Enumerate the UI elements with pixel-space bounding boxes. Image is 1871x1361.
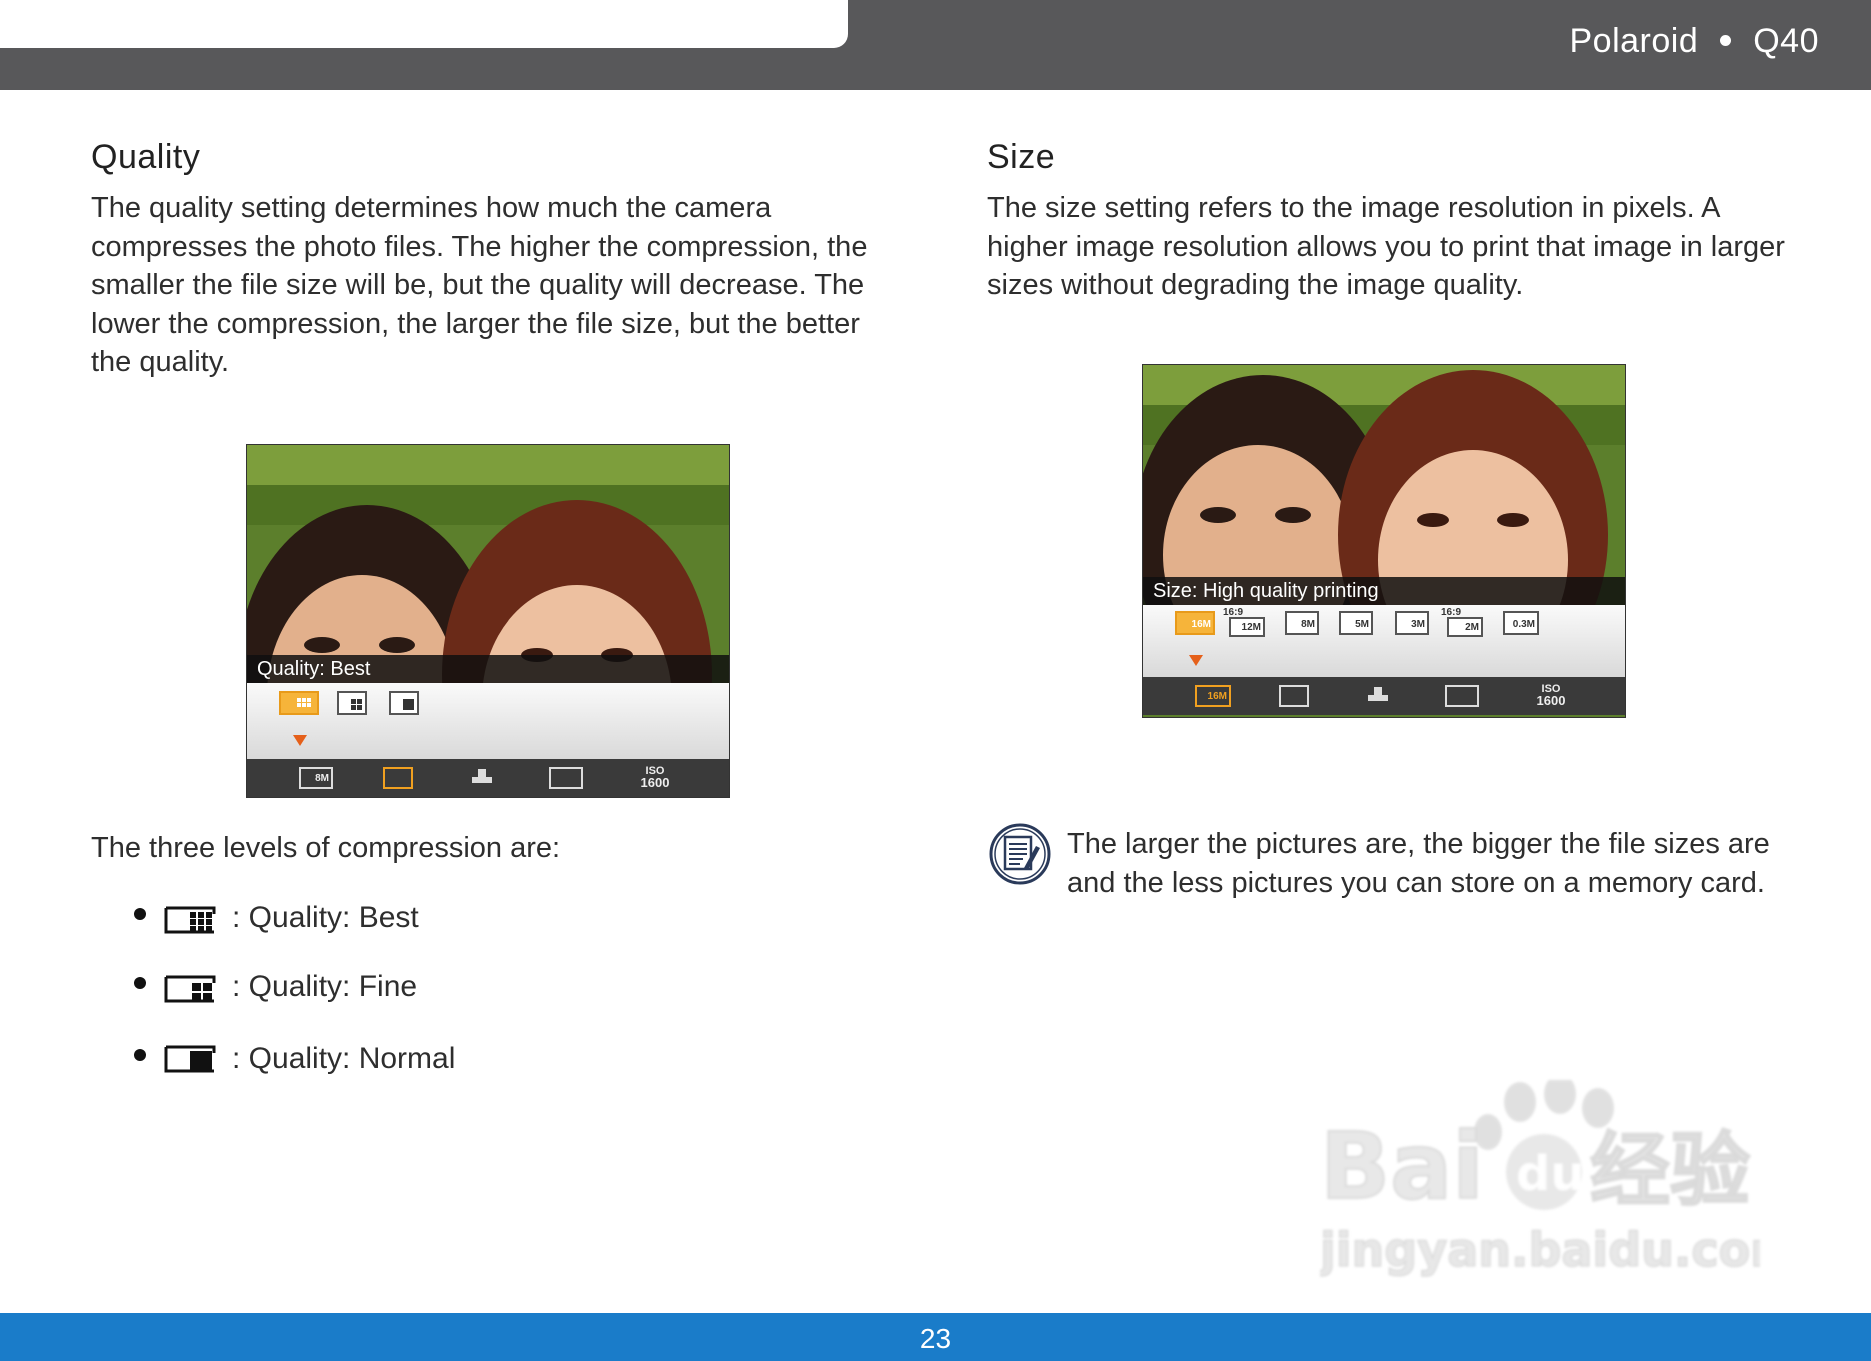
size-8m-option[interactable]: 8M xyxy=(1285,611,1319,635)
size-8m-label: 8M xyxy=(315,773,329,784)
iso-icon: ISO 1600 xyxy=(635,765,675,789)
bullet xyxy=(134,908,146,920)
brand-title: Polaroid Q40 xyxy=(1569,22,1819,61)
selection-arrow xyxy=(293,735,307,746)
size-8m-icon: 8M xyxy=(299,767,333,789)
size-12m-option[interactable]: 12M xyxy=(1229,617,1265,637)
quality-best-icon xyxy=(383,767,413,789)
quality-status-bar: 8M ISO 1600 xyxy=(247,759,729,797)
size-03m-label: 0.3M xyxy=(1512,619,1535,630)
wb-icon xyxy=(1445,685,1479,707)
baidu-watermark-logo: Bai du 经验 jingyan.baidu.com xyxy=(1320,1080,1760,1278)
level-fine: : Quality: Fine xyxy=(134,967,417,1007)
size-12m-label: 12M xyxy=(1241,622,1261,633)
size-3m-label: 3M xyxy=(1411,619,1425,630)
size-16m-option[interactable]: 16M xyxy=(1175,611,1215,635)
size-menu: 16M 16:9 12M 8M 5M 3M 16:9 2M 0.3M xyxy=(1143,605,1625,677)
separator-dot xyxy=(1720,35,1732,47)
model-name: Q40 xyxy=(1753,22,1819,60)
level-fine-label: : Quality: Fine xyxy=(232,970,418,1003)
size-screen-label: Size: High quality printing xyxy=(1143,577,1625,605)
iso-value: 1600 xyxy=(1536,693,1566,708)
svg-text:经验: 经验 xyxy=(1590,1124,1750,1217)
quality-heading: Quality xyxy=(91,138,201,176)
levels-intro: The three levels of compression are: xyxy=(91,832,561,864)
size-03m-option[interactable]: 0.3M xyxy=(1503,611,1539,635)
size-heading: Size xyxy=(987,138,1056,176)
size-camera-screen: Size: High quality printing 16M 16:9 12M… xyxy=(1142,364,1626,718)
size-8m-label: 8M xyxy=(1301,619,1315,630)
quality-best-option[interactable] xyxy=(279,691,319,715)
quality-normal-option[interactable] xyxy=(389,691,419,715)
iso-value: 1600 xyxy=(640,775,670,790)
quality-camera-screen: Quality: Best 8M ISO 1600 xyxy=(246,444,730,798)
bottom-selected-label: 16M xyxy=(1207,691,1227,702)
size-body: The size setting refers to the image res… xyxy=(987,192,1785,301)
header-tab xyxy=(0,0,848,48)
stamp-icon xyxy=(1365,685,1391,707)
size-2m-label: 2M xyxy=(1465,622,1479,633)
size-16m-icon: 16M xyxy=(1195,685,1231,707)
quality-best-icon xyxy=(164,906,216,934)
size-3m-option[interactable]: 3M xyxy=(1395,611,1429,635)
quality-normal-icon xyxy=(164,1045,216,1073)
quality-menu xyxy=(247,683,729,759)
page-number: 23 xyxy=(919,1323,952,1354)
wb-icon xyxy=(549,767,583,789)
svg-text:du: du xyxy=(1516,1146,1585,1202)
size-5m-label: 5M xyxy=(1355,619,1369,630)
quality-fine-icon xyxy=(164,975,216,1003)
size-section: Size The size setting refers to the imag… xyxy=(987,138,1787,305)
note-text: The larger the pictures are, the bigger … xyxy=(1067,828,1770,899)
quality-section: Quality The quality setting determines h… xyxy=(91,138,871,382)
bullet xyxy=(134,977,146,989)
bullet xyxy=(134,1049,146,1061)
quality-screen-label: Quality: Best xyxy=(247,655,729,683)
level-normal: : Quality: Normal xyxy=(134,1039,455,1079)
stamp-icon xyxy=(469,767,495,789)
level-best-label: : Quality: Best xyxy=(232,901,419,934)
size-2m-option[interactable]: 2M xyxy=(1447,617,1483,637)
quality-fine-option[interactable] xyxy=(337,691,367,715)
size-16m-label: 16M xyxy=(1191,619,1211,630)
level-normal-label: : Quality: Normal xyxy=(232,1042,456,1075)
svg-text:Bai: Bai xyxy=(1320,1113,1484,1220)
quality-body: The quality setting determines how much … xyxy=(91,192,868,378)
note-icon xyxy=(989,823,1051,885)
size-5m-option[interactable]: 5M xyxy=(1339,611,1373,635)
level-best: : Quality: Best xyxy=(134,898,419,938)
size-status-bar: 16M ISO 1600 xyxy=(1143,677,1625,715)
selection-arrow xyxy=(1189,655,1203,666)
brand-name: Polaroid xyxy=(1569,22,1699,60)
quality-fine-icon xyxy=(1279,685,1309,707)
svg-text:jingyan.baidu.com: jingyan.baidu.com xyxy=(1320,1223,1760,1277)
iso-icon: ISO 1600 xyxy=(1531,683,1571,707)
